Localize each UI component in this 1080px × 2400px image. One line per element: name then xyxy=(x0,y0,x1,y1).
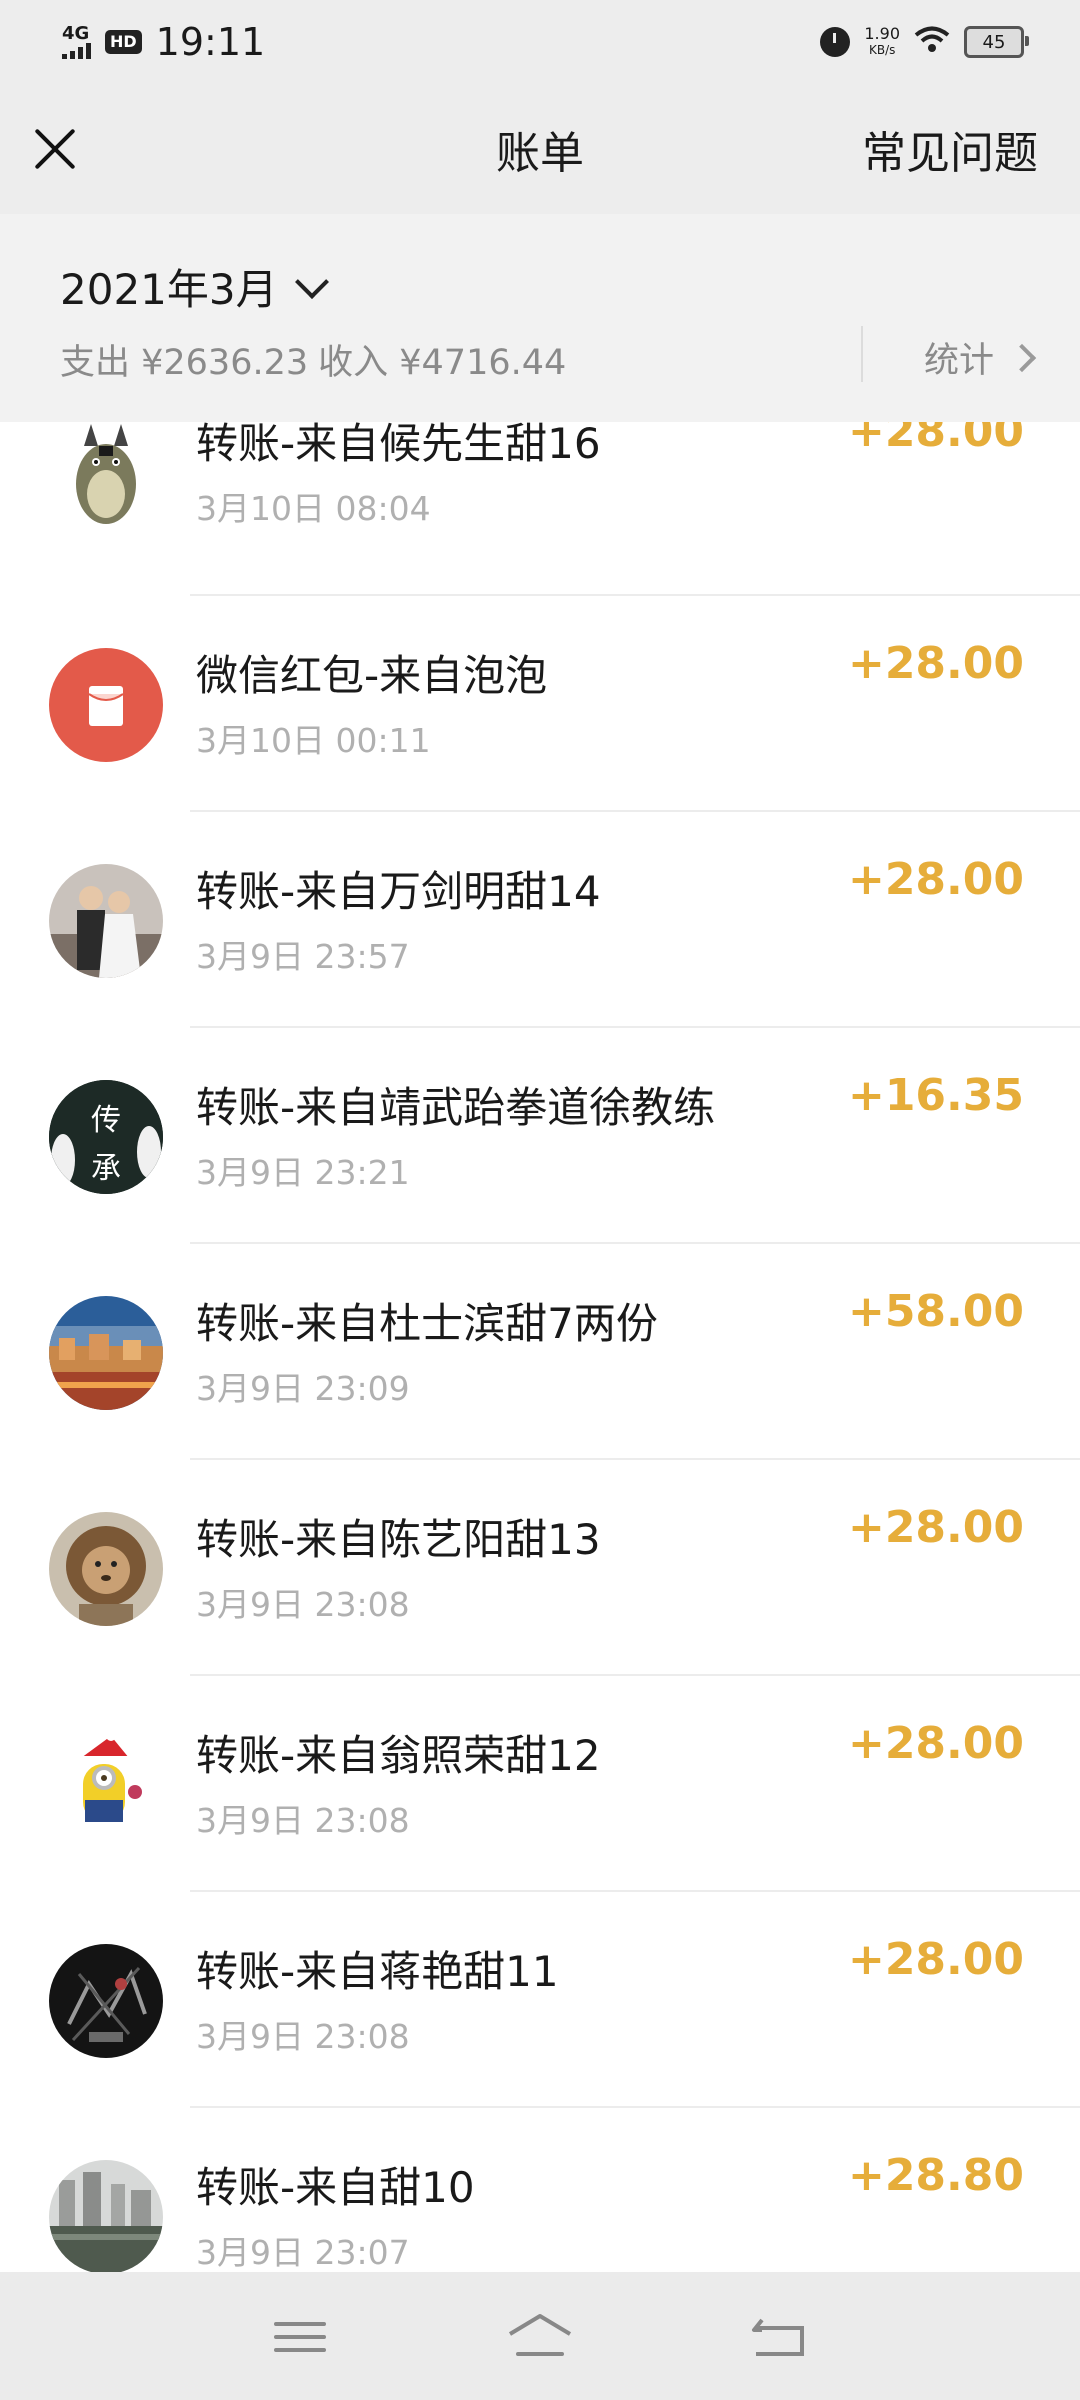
transaction-amount: +16.35 xyxy=(847,1070,1024,1121)
transaction-amount: +28.80 xyxy=(847,2150,1024,2201)
system-nav-bar xyxy=(0,2272,1080,2400)
transaction-row[interactable]: 微信红包-来自泡泡 3月10日 00:11 +28.00 xyxy=(0,596,1080,812)
chevron-right-icon xyxy=(1007,343,1037,372)
faq-button[interactable]: 常见问题 xyxy=(862,117,1038,181)
network-type: 4G xyxy=(62,23,90,44)
transaction-row[interactable]: 转账-来自候先生甜16 3月10日 08:04 +28.00 xyxy=(0,422,1080,596)
totals: 支出 ¥2636.23 收入 ¥4716.44 xyxy=(60,334,566,385)
avatar-chuan-cheng: 传 承 xyxy=(49,1080,163,1194)
transaction-row[interactable]: 转账-来自翁照荣甜12 3月9日 23:08 +28.00 xyxy=(0,1676,1080,1892)
transaction-time: 3月10日 08:04 xyxy=(196,489,431,528)
transaction-amount: +58.00 xyxy=(847,1286,1024,1337)
status-right: 1.90 KB/s 45 xyxy=(820,26,1029,58)
transaction-row[interactable]: 传 承 转账-来自靖武跆拳道徐教练 3月9日 23:21 +16.35 xyxy=(0,1028,1080,1244)
clock: 19:11 xyxy=(155,20,266,64)
battery-icon: 45 xyxy=(964,26,1029,58)
month-selector[interactable]: 2021年3月 xyxy=(60,256,329,317)
battery-level: 45 xyxy=(982,31,1006,53)
transaction-row[interactable]: 转账-来自甜10 3月9日 23:07 +28.80 xyxy=(0,2108,1080,2272)
transaction-time: 3月9日 23:21 xyxy=(196,1153,410,1192)
status-bar: 4G HD 19:11 1.90 KB/s 45 xyxy=(0,0,1080,84)
transaction-title: 转账-来自候先生甜16 xyxy=(196,422,601,468)
back-icon[interactable] xyxy=(740,2306,820,2366)
transaction-time: 3月9日 23:07 xyxy=(196,2233,410,2272)
income-total: 收入 ¥4716.44 xyxy=(318,343,567,383)
avatar-lion xyxy=(49,1512,163,1626)
avatar-minion xyxy=(49,1728,163,1842)
stats-label: 统计 xyxy=(924,341,995,381)
red-packet-icon xyxy=(49,648,163,762)
transaction-amount: +28.00 xyxy=(847,854,1024,905)
stats-button[interactable]: 统计 xyxy=(924,332,1037,383)
transaction-row[interactable]: 转账-来自万剑明甜14 3月9日 23:57 +28.00 xyxy=(0,812,1080,1028)
transaction-title: 转账-来自万剑明甜14 xyxy=(196,867,601,916)
transaction-time: 3月9日 23:08 xyxy=(196,2017,410,2056)
transaction-time: 3月10日 00:11 xyxy=(196,721,431,760)
transaction-time: 3月9日 23:57 xyxy=(196,937,410,976)
status-left: 4G HD 19:11 xyxy=(62,20,265,64)
speed-unit: KB/s xyxy=(868,43,896,57)
transaction-row[interactable]: 转账-来自蒋艳甜11 3月9日 23:08 +28.00 xyxy=(0,1892,1080,2108)
avatar-night-city xyxy=(49,1296,163,1410)
signal-icon: 4G xyxy=(62,25,91,59)
transaction-title: 转账-来自杜士滨甜7两份 xyxy=(196,1299,658,1348)
avatar-lake-buildings xyxy=(49,2160,163,2272)
wifi-icon xyxy=(914,26,950,58)
divider xyxy=(861,326,863,382)
month-label: 2021年3月 xyxy=(60,265,278,314)
nav-header: 账单 常见问题 xyxy=(0,84,1080,214)
transaction-list[interactable]: 转账-来自候先生甜16 3月10日 08:04 +28.00 微信红包-来自泡泡… xyxy=(0,422,1080,2272)
hd-badge: HD xyxy=(105,30,142,54)
transaction-time: 3月9日 23:08 xyxy=(196,1585,410,1624)
transaction-title: 转账-来自翁照荣甜12 xyxy=(196,1731,601,1780)
transaction-time: 3月9日 23:09 xyxy=(196,1369,410,1408)
avatar-text-cheng: 承 xyxy=(91,1151,121,1186)
expense-total: 支出 ¥2636.23 xyxy=(60,343,309,383)
transaction-title: 转账-来自靖武跆拳道徐教练 xyxy=(196,1083,716,1132)
close-icon[interactable] xyxy=(30,124,80,174)
home-icon[interactable] xyxy=(500,2306,580,2366)
month-summary: 2021年3月 支出 ¥2636.23 收入 ¥4716.44 统计 xyxy=(0,214,1080,422)
transaction-amount: +28.00 xyxy=(847,422,1024,457)
avatar-totoro xyxy=(49,422,163,530)
transaction-amount: +28.00 xyxy=(847,1718,1024,1769)
transaction-row[interactable]: 转账-来自陈艺阳甜13 3月9日 23:08 +28.00 xyxy=(0,1460,1080,1676)
transaction-time: 3月9日 23:08 xyxy=(196,1801,410,1840)
alarm-icon xyxy=(820,27,851,57)
transaction-row[interactable]: 转账-来自杜士滨甜7两份 3月9日 23:09 +58.00 xyxy=(0,1244,1080,1460)
transaction-amount: +28.00 xyxy=(847,1502,1024,1553)
transaction-title: 微信红包-来自泡泡 xyxy=(196,651,548,700)
transaction-title: 转账-来自蒋艳甜11 xyxy=(196,1947,559,1996)
menu-icon[interactable] xyxy=(260,2306,340,2366)
transaction-amount: +28.00 xyxy=(847,1934,1024,1985)
avatar-wedding-photo xyxy=(49,864,163,978)
chevron-down-icon xyxy=(294,264,329,299)
transaction-title: 转账-来自甜10 xyxy=(196,2163,475,2212)
avatar-text-chuan: 传 xyxy=(91,1103,121,1138)
speed-value: 1.90 xyxy=(864,24,900,43)
avatar-dark-art xyxy=(49,1944,163,2058)
transaction-title: 转账-来自陈艺阳甜13 xyxy=(196,1515,601,1564)
transaction-amount: +28.00 xyxy=(847,638,1024,689)
network-speed: 1.90 KB/s xyxy=(864,26,900,58)
